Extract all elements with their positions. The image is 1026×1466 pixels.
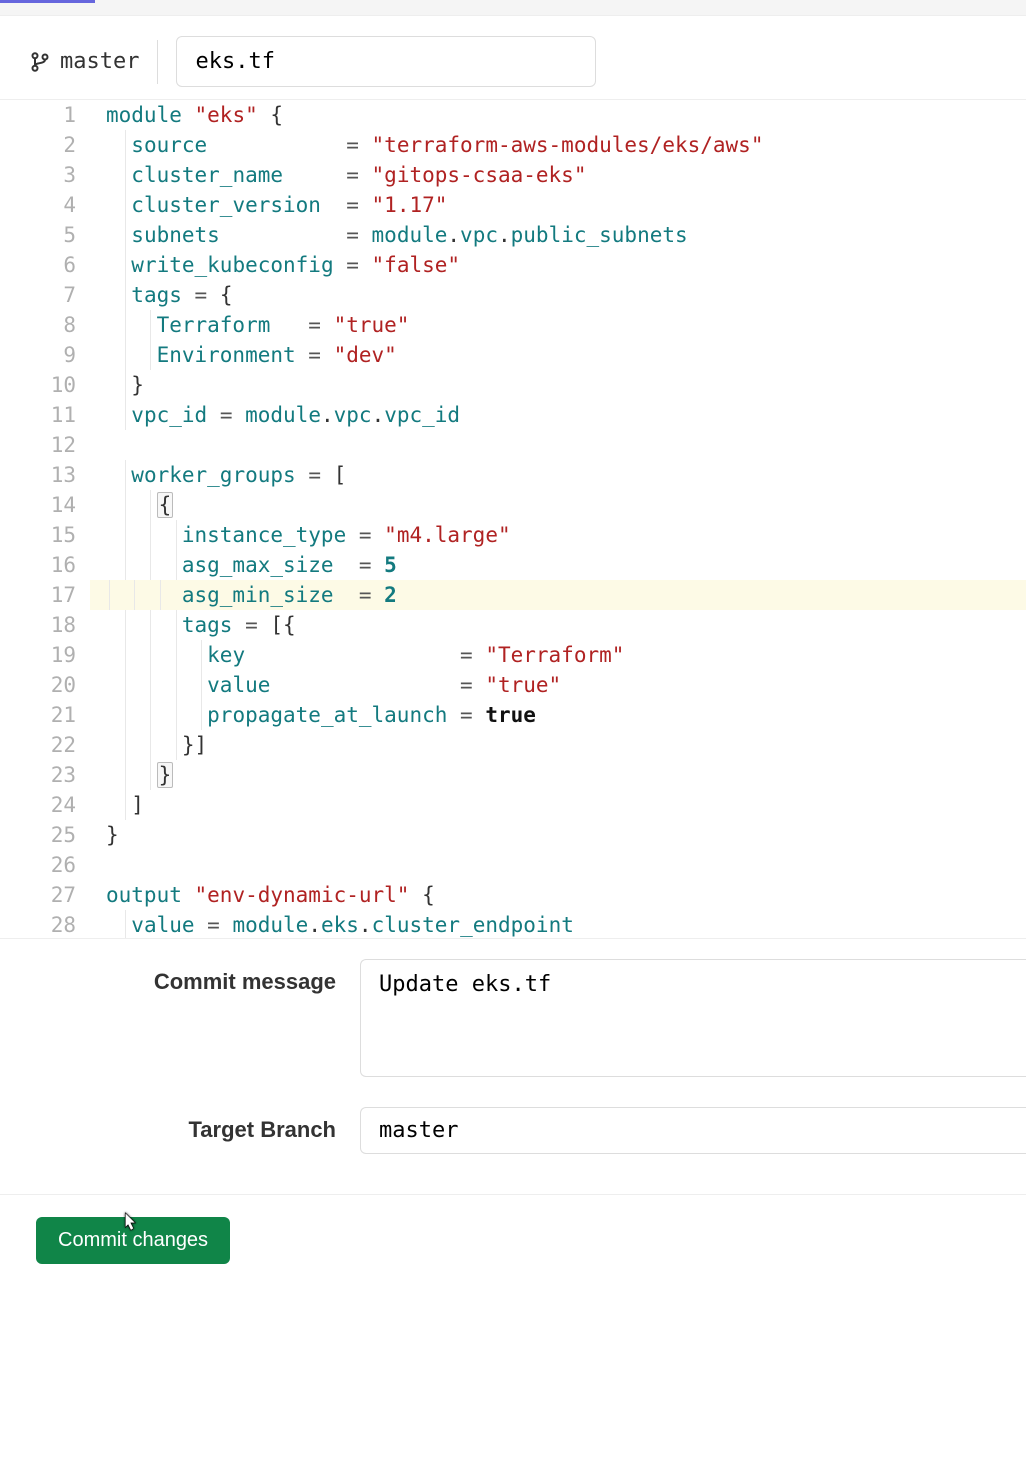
line-number: 24 [0,790,76,820]
line-number: 8 [0,310,76,340]
line-number: 19 [0,640,76,670]
line-number: 9 [0,340,76,370]
line-numbers: 1234567891011121314151617181920212223242… [0,100,90,938]
code-line[interactable] [106,850,1026,880]
loading-bar [0,0,1026,16]
code-line[interactable]: worker_groups = [ [106,460,1026,490]
code-editor[interactable]: 1234567891011121314151617181920212223242… [0,99,1026,939]
code-line[interactable]: asg_max_size = 5 [106,550,1026,580]
actions-row: Commit changes [0,1217,1026,1292]
line-number: 5 [0,220,76,250]
code-line[interactable]: }] [106,730,1026,760]
line-number: 23 [0,760,76,790]
branch-name: master [60,49,139,74]
line-number: 2 [0,130,76,160]
divider [157,40,158,84]
line-number: 28 [0,910,76,939]
line-number: 16 [0,550,76,580]
code-line[interactable]: } [106,760,1026,790]
code-line[interactable]: propagate_at_launch = true [106,700,1026,730]
target-branch-input[interactable] [360,1107,1026,1154]
line-number: 27 [0,880,76,910]
code-line[interactable] [106,430,1026,460]
code-line[interactable]: vpc_id = module.vpc.vpc_id [106,400,1026,430]
line-number: 14 [0,490,76,520]
line-number: 13 [0,460,76,490]
code-line[interactable]: cluster_name = "gitops-csaa-eks" [106,160,1026,190]
code-line[interactable]: value = module.eks.cluster_endpoint [106,910,1026,939]
line-number: 3 [0,160,76,190]
line-number: 22 [0,730,76,760]
commit-changes-button[interactable]: Commit changes [36,1217,230,1264]
target-branch-label: Target Branch [0,1107,360,1143]
loading-progress [0,0,95,3]
line-number: 26 [0,850,76,880]
code-line[interactable]: Terraform = "true" [106,310,1026,340]
line-number: 6 [0,250,76,280]
line-number: 11 [0,400,76,430]
commit-form: Commit message Target Branch [0,939,1026,1176]
divider [0,1194,1026,1195]
line-number: 21 [0,700,76,730]
line-number: 1 [0,100,76,130]
branch-indicator[interactable]: master [30,49,139,74]
filename-input[interactable] [176,36,596,87]
code-line[interactable]: } [106,820,1026,850]
line-number: 7 [0,280,76,310]
code-content[interactable]: module "eks" { source = "terraform-aws-m… [90,100,1026,938]
code-line[interactable]: asg_min_size = 2 [90,580,1026,610]
line-number: 12 [0,430,76,460]
code-line[interactable]: value = "true" [106,670,1026,700]
code-line[interactable]: subnets = module.vpc.public_subnets [106,220,1026,250]
line-number: 15 [0,520,76,550]
code-line[interactable]: Environment = "dev" [106,340,1026,370]
code-line[interactable]: } [106,370,1026,400]
commit-message-input[interactable] [360,959,1026,1077]
file-header: master [0,16,1026,99]
line-number: 17 [0,580,76,610]
code-line[interactable]: write_kubeconfig = "false" [106,250,1026,280]
code-line[interactable]: instance_type = "m4.large" [106,520,1026,550]
code-line[interactable]: source = "terraform-aws-modules/eks/aws" [106,130,1026,160]
line-number: 25 [0,820,76,850]
code-line[interactable]: cluster_version = "1.17" [106,190,1026,220]
line-number: 20 [0,670,76,700]
code-line[interactable]: ] [106,790,1026,820]
commit-message-label: Commit message [0,959,360,995]
code-line[interactable]: key = "Terraform" [106,640,1026,670]
line-number: 18 [0,610,76,640]
code-line[interactable]: output "env-dynamic-url" { [106,880,1026,910]
code-line[interactable]: tags = [{ [106,610,1026,640]
line-number: 10 [0,370,76,400]
code-line[interactable]: tags = { [106,280,1026,310]
branch-icon [30,50,50,74]
code-line[interactable]: { [106,490,1026,520]
code-line[interactable]: module "eks" { [106,100,1026,130]
line-number: 4 [0,190,76,220]
